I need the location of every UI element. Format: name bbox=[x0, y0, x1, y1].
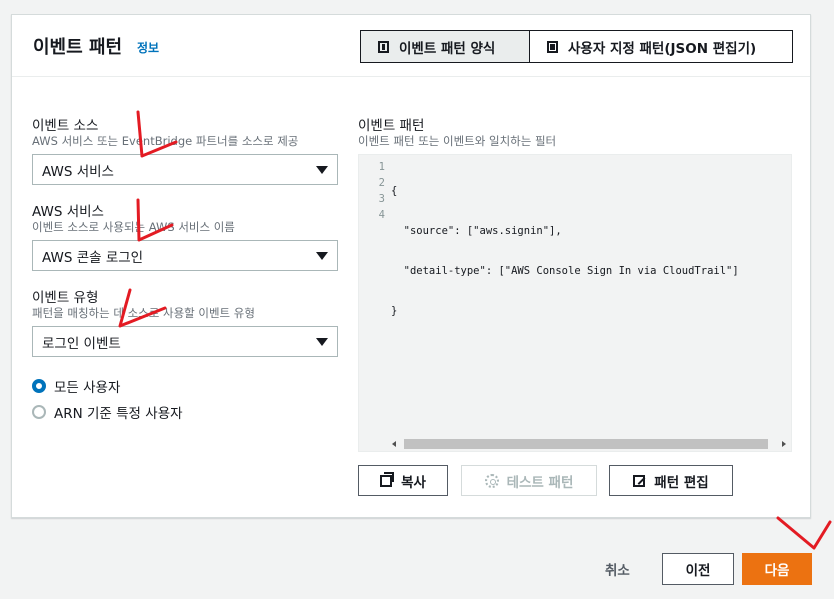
pattern-code-editor[interactable]: 1 2 3 4 { "source": ["aws.signin"], "det… bbox=[358, 154, 792, 452]
line-number: 3 bbox=[378, 193, 385, 205]
caret-down-icon bbox=[316, 338, 328, 346]
event-pattern-panel: 이벤트 패턴 정보 이벤트 패턴 양식 사용자 지정 패턴(JSON 편집기) … bbox=[11, 14, 811, 518]
event-source-select[interactable]: AWS 서비스 bbox=[32, 154, 338, 185]
caret-down-icon bbox=[316, 252, 328, 260]
event-pattern-label: 이벤트 패턴 bbox=[358, 118, 425, 134]
event-type-value: 로그인 이벤트 bbox=[42, 335, 121, 352]
scroll-left-icon[interactable] bbox=[392, 441, 396, 447]
caret-down-icon bbox=[316, 166, 328, 174]
code-line: "source": ["aws.signin"], bbox=[391, 225, 562, 237]
event-type-label: 이벤트 유형 bbox=[32, 290, 99, 306]
line-number: 4 bbox=[378, 209, 385, 221]
test-pattern-button[interactable]: 테스트 패턴 bbox=[461, 465, 597, 496]
aws-service-value: AWS 콘솔 로그인 bbox=[42, 249, 144, 266]
aws-service-label: AWS 서비스 bbox=[32, 204, 104, 220]
event-type-select[interactable]: 로그인 이벤트 bbox=[32, 326, 338, 357]
test-pattern-button-label: 테스트 패턴 bbox=[506, 474, 574, 491]
copy-button-label: 복사 bbox=[401, 474, 426, 491]
edit-pattern-button[interactable]: 패턴 편집 bbox=[609, 465, 733, 496]
radio-all-users-label: 모든 사용자 bbox=[54, 380, 121, 396]
previous-button[interactable]: 이전 bbox=[662, 553, 734, 585]
tab-event-pattern-form[interactable]: 이벤트 패턴 양식 bbox=[360, 30, 530, 63]
line-number-gutter: 1 2 3 4 bbox=[359, 155, 387, 439]
copy-button[interactable]: 복사 bbox=[358, 465, 448, 496]
aws-service-description: 이벤트 소스로 사용되는 AWS 서비스 이름 bbox=[32, 220, 235, 234]
next-button[interactable]: 다음 bbox=[742, 553, 812, 585]
event-source-description: AWS 서비스 또는 EventBridge 파트너를 소스로 제공 bbox=[32, 134, 299, 148]
event-source-label: 이벤트 소스 bbox=[32, 118, 99, 134]
tab-custom-pattern-json[interactable]: 사용자 지정 패턴(JSON 편집기) bbox=[529, 30, 793, 63]
panel-header: 이벤트 패턴 정보 이벤트 패턴 양식 사용자 지정 패턴(JSON 편집기) bbox=[12, 15, 810, 77]
radio-specific-user-label: ARN 기준 특정 사용자 bbox=[54, 406, 183, 422]
line-number: 2 bbox=[378, 177, 385, 189]
aws-service-select[interactable]: AWS 콘솔 로그인 bbox=[32, 240, 338, 271]
event-pattern-description: 이벤트 패턴 또는 이벤트와 일치하는 필터 bbox=[358, 134, 557, 148]
event-source-value: AWS 서비스 bbox=[42, 163, 114, 180]
code-line: "detail-type": ["AWS Console Sign In via… bbox=[391, 265, 739, 277]
code-content: { "source": ["aws.signin"], "detail-type… bbox=[391, 159, 739, 343]
edit-pattern-button-label: 패턴 편집 bbox=[654, 474, 709, 491]
code-line: { bbox=[391, 185, 398, 197]
radio-all-users[interactable]: 모든 사용자 bbox=[32, 376, 120, 396]
radio-specific-user-by-arn[interactable]: ARN 기준 특정 사용자 bbox=[32, 402, 183, 422]
edit-icon bbox=[633, 474, 646, 487]
scroll-right-icon[interactable] bbox=[782, 441, 786, 447]
horizontal-scrollbar[interactable] bbox=[387, 437, 791, 451]
form-icon bbox=[378, 40, 389, 53]
json-editor-icon bbox=[547, 40, 558, 53]
scrollbar-thumb[interactable] bbox=[404, 439, 768, 449]
check-mark-next bbox=[776, 516, 832, 550]
copy-icon bbox=[380, 471, 395, 487]
panel-title: 이벤트 패턴 bbox=[33, 37, 123, 58]
event-type-description: 패턴을 매칭하는 데 소스로 사용할 이벤트 유형 bbox=[32, 306, 255, 320]
line-number: 1 bbox=[378, 161, 385, 173]
radio-selected-icon bbox=[32, 379, 46, 393]
gear-icon bbox=[484, 473, 499, 488]
cancel-button[interactable]: 취소 bbox=[605, 559, 630, 579]
tab-event-pattern-form-label: 이벤트 패턴 양식 bbox=[399, 40, 496, 57]
radio-unselected-icon bbox=[32, 405, 46, 419]
tab-custom-pattern-json-label: 사용자 지정 패턴(JSON 편집기) bbox=[568, 40, 757, 57]
info-link[interactable]: 정보 bbox=[137, 39, 159, 56]
code-line: } bbox=[391, 305, 398, 317]
